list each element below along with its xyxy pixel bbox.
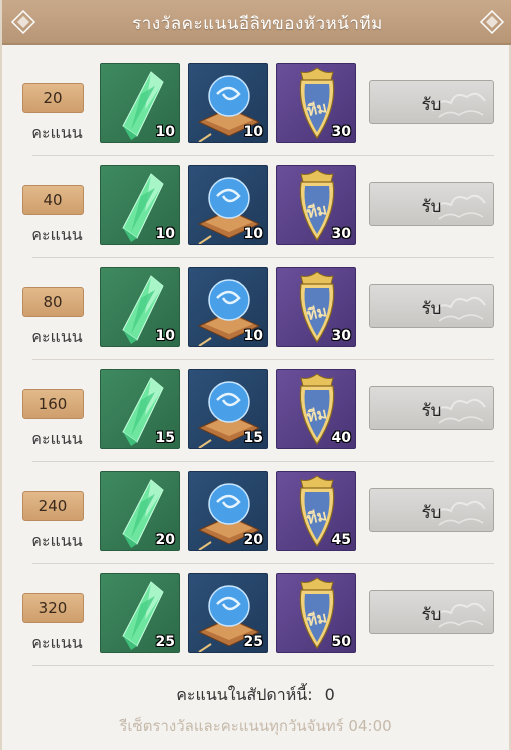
reward-quantity: 10: [155, 328, 175, 344]
reward-quantity: 25: [243, 634, 263, 650]
weekly-score: คะแนนในสัปดาห์นี้: 0: [2, 683, 509, 708]
reward-tier-row: 320 คะแนน 25 25 ทีม 50 รับ: [2, 565, 511, 667]
row-divider: [32, 155, 494, 156]
score-unit-label: คะแนน: [31, 633, 83, 652]
claim-button-label: รับ: [421, 197, 442, 217]
score-threshold: 20: [22, 79, 88, 113]
reward-tier-row: 20 คะแนน 10 10 ทีม 30 รับ: [2, 55, 511, 157]
reward-quantity: 15: [155, 430, 175, 446]
row-divider: [32, 257, 494, 258]
reward-quantity: 10: [243, 226, 263, 242]
reward-quantity: 20: [243, 532, 263, 548]
reward-quantity: 40: [331, 430, 351, 446]
row-divider: [32, 563, 494, 564]
reward-tier-row: 40 คะแนน 10 10 ทีม 30 รับ: [2, 157, 511, 259]
weekly-score-value: 0: [324, 685, 335, 704]
reward-panel: รางวัลคะแนนอีลิทของหัวหน้าทีม 20 คะแนน 1…: [0, 0, 511, 750]
claim-button[interactable]: รับ: [369, 284, 494, 328]
reward-quantity: 10: [155, 226, 175, 242]
reward-quantity: 10: [155, 124, 175, 140]
score-unit-label: คะแนน: [31, 225, 83, 244]
panel-title: รางวัลคะแนนอีลิทของหัวหน้าทีม: [132, 14, 383, 34]
reward-item[interactable]: 15: [188, 369, 268, 449]
score-threshold: 40: [22, 181, 88, 215]
claim-button[interactable]: รับ: [369, 182, 494, 226]
reward-item[interactable]: ทีม 30: [276, 165, 356, 245]
claim-button-label: รับ: [421, 503, 442, 523]
reward-quantity: 25: [155, 634, 175, 650]
reward-item[interactable]: ทีม 45: [276, 471, 356, 551]
reset-note: รีเซ็ตรางวัลและคะแนนทุกวันจันทร์ 04:00: [119, 717, 392, 735]
score-threshold: 80: [22, 283, 88, 317]
reward-quantity: 10: [243, 124, 263, 140]
reward-item[interactable]: 10: [188, 267, 268, 347]
reward-item[interactable]: 10: [188, 63, 268, 143]
reward-tier-row: 240 คะแนน 20 20 ทีม 45 รับ: [2, 463, 511, 565]
ornament-icon: [479, 9, 505, 35]
reward-item[interactable]: ทีม 30: [276, 267, 356, 347]
score-threshold: 240: [22, 487, 88, 521]
row-divider: [32, 665, 494, 666]
reward-tier-list: 20 คะแนน 10 10 ทีม 30 รับ 40 คะแนน 10 10…: [2, 55, 511, 667]
reward-item[interactable]: 10: [100, 165, 180, 245]
reward-quantity: 50: [331, 634, 351, 650]
reward-tier-row: 80 คะแนน 10 10 ทีม 30 รับ: [2, 259, 511, 361]
reward-quantity: 15: [243, 430, 263, 446]
score-threshold: 320: [22, 589, 88, 623]
reward-item[interactable]: 10: [100, 267, 180, 347]
score-threshold: 160: [22, 385, 88, 419]
reward-item[interactable]: 25: [188, 573, 268, 653]
claim-button-label: รับ: [421, 605, 442, 625]
panel-header: รางวัลคะแนนอีลิทของหัวหน้าทีม: [2, 0, 511, 45]
score-unit-label: คะแนน: [31, 327, 83, 346]
reward-item[interactable]: ทีม 30: [276, 63, 356, 143]
score-unit-label: คะแนน: [31, 123, 83, 142]
weekly-score-label: คะแนนในสัปดาห์นี้:: [176, 685, 313, 704]
claim-button[interactable]: รับ: [369, 590, 494, 634]
claim-button-label: รับ: [421, 299, 442, 319]
reward-item[interactable]: 25: [100, 573, 180, 653]
claim-button-label: รับ: [421, 401, 442, 421]
score-unit-label: คะแนน: [31, 429, 83, 448]
row-divider: [32, 461, 494, 462]
reward-item[interactable]: ทีม 40: [276, 369, 356, 449]
reward-item[interactable]: 15: [100, 369, 180, 449]
reward-quantity: 20: [155, 532, 175, 548]
reward-quantity: 10: [243, 328, 263, 344]
reward-tier-row: 160 คะแนน 15 15 ทีม 40 รับ: [2, 361, 511, 463]
claim-button[interactable]: รับ: [369, 488, 494, 532]
reward-item[interactable]: 10: [100, 63, 180, 143]
claim-button[interactable]: รับ: [369, 80, 494, 124]
reward-quantity: 30: [331, 328, 351, 344]
reward-item[interactable]: 20: [188, 471, 268, 551]
reward-item[interactable]: 10: [188, 165, 268, 245]
claim-button[interactable]: รับ: [369, 386, 494, 430]
reward-item[interactable]: 20: [100, 471, 180, 551]
reward-item[interactable]: ทีม 50: [276, 573, 356, 653]
reward-quantity: 45: [331, 532, 351, 548]
score-unit-label: คะแนน: [31, 531, 83, 550]
reward-quantity: 30: [331, 124, 351, 140]
reward-quantity: 30: [331, 226, 351, 242]
claim-button-label: รับ: [421, 95, 442, 115]
row-divider: [32, 359, 494, 360]
